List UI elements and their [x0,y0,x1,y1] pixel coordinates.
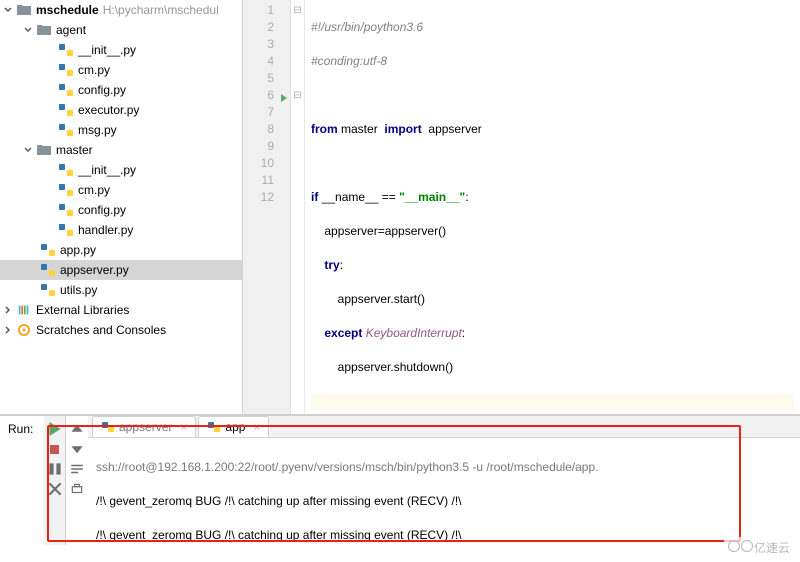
rerun-button[interactable] [48,422,62,436]
console-line: /!\ gevent_zeromq BUG /!\ catching up af… [96,493,792,510]
python-file-icon [40,242,56,258]
close-icon[interactable]: × [180,420,187,434]
library-icon [16,302,32,318]
tree-file[interactable]: handler.py [0,220,242,240]
python-file-icon [58,222,74,238]
root-path: H:\pycharm\mschedul [103,3,219,17]
run-toolwindow: Run: appserver× app× ssh://root@192.168.… [0,415,800,545]
root-label: mschedule [36,3,99,17]
tree-file[interactable]: __init__.py [0,160,242,180]
chevron-right-icon [2,304,14,316]
folder-label: master [56,143,93,157]
run-toolbar-right [66,416,88,545]
python-file-icon [58,162,74,178]
close-icon[interactable]: × [253,420,260,434]
down-button[interactable] [70,442,84,456]
code-content[interactable]: #!/usr/bin/poython3.6 #conding:utf-8 fro… [305,0,800,414]
python-file-icon [58,42,74,58]
chevron-down-icon [22,24,34,36]
python-file-icon [58,122,74,138]
line-gutter: 1 2 3 4 5 6 7 8 9 10 11 12 [243,0,291,414]
tree-file[interactable]: utils.py [0,280,242,300]
up-button[interactable] [70,422,84,436]
python-file-icon [58,82,74,98]
tree-file[interactable]: cm.py [0,60,242,80]
project-tree[interactable]: mschedule H:\pycharm\mschedul agent __in… [0,0,243,414]
exit-button[interactable] [48,482,62,496]
python-file-icon [40,262,56,278]
run-tab-appserver[interactable]: appserver× [92,416,196,437]
watermark: 亿速云 [724,537,794,558]
code-editor[interactable]: 1 2 3 4 5 6 7 8 9 10 11 12 ⊟⊟ #!/usr/bin… [243,0,800,414]
print-button[interactable] [70,482,84,496]
tree-folder-master[interactable]: master [0,140,242,160]
run-toolbar-left [44,416,66,545]
python-file-icon [101,420,115,434]
folder-icon [36,22,52,38]
folder-icon [36,142,52,158]
tree-file[interactable]: __init__.py [0,40,242,60]
console-line: /!\ gevent_zeromq BUG /!\ catching up af… [96,527,792,544]
python-file-icon [58,182,74,198]
tree-external-libraries[interactable]: External Libraries [0,300,242,320]
python-file-icon [58,202,74,218]
chevron-right-icon [2,324,14,336]
tree-scratches[interactable]: Scratches and Consoles [0,320,242,340]
tree-file[interactable]: msg.py [0,120,242,140]
wrap-button[interactable] [70,462,84,476]
chevron-down-icon [22,144,34,156]
scratches-icon [16,322,32,338]
console-line: ssh://root@192.168.1.200:22/root/.pyenv/… [96,459,792,476]
run-title: Run: [0,416,44,545]
python-file-icon [207,420,221,434]
chevron-down-icon [2,4,14,16]
tree-folder-agent[interactable]: agent [0,20,242,40]
run-tabs: appserver× app× [88,416,800,438]
stop-button[interactable] [48,442,62,456]
tree-file[interactable]: executor.py [0,100,242,120]
run-tab-app[interactable]: app× [198,416,269,437]
tree-file[interactable]: config.py [0,200,242,220]
python-file-icon [40,282,56,298]
folder-label: agent [56,23,86,37]
python-file-icon [58,62,74,78]
folder-icon [16,2,32,18]
python-file-icon [58,102,74,118]
tree-file[interactable]: app.py [0,240,242,260]
tree-file[interactable]: cm.py [0,180,242,200]
fold-column[interactable]: ⊟⊟ [291,0,305,414]
tree-file-selected[interactable]: appserver.py [0,260,242,280]
tree-root[interactable]: mschedule H:\pycharm\mschedul [0,0,242,20]
console-output[interactable]: ssh://root@192.168.1.200:22/root/.pyenv/… [88,438,800,545]
pause-button[interactable] [48,462,62,476]
tree-file[interactable]: config.py [0,80,242,100]
